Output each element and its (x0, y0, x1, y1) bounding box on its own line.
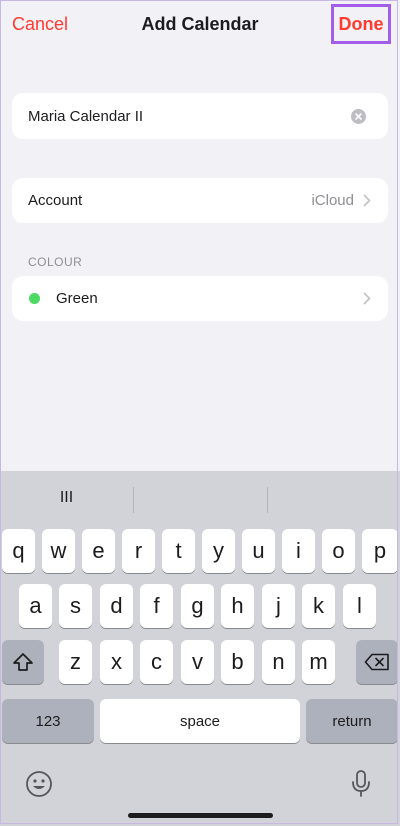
done-button-label: Done (338, 13, 384, 34)
colour-row[interactable]: Green (12, 276, 388, 321)
key-n[interactable]: n (262, 640, 295, 684)
clear-text-icon[interactable] (351, 109, 366, 124)
account-label: Account (28, 192, 83, 209)
prediction-divider (267, 487, 268, 513)
key-f[interactable]: f (140, 584, 173, 628)
key-k[interactable]: k (302, 584, 335, 628)
space-key[interactable]: space (100, 699, 300, 743)
account-value: iCloud (311, 192, 354, 209)
key-q[interactable]: q (2, 529, 35, 573)
key-e[interactable]: e (82, 529, 115, 573)
key-p[interactable]: p (362, 529, 398, 573)
chevron-right-icon (363, 194, 371, 207)
key-v[interactable]: v (181, 640, 214, 684)
key-j[interactable]: j (262, 584, 295, 628)
key-w[interactable]: w (42, 529, 75, 573)
key-r[interactable]: r (122, 529, 155, 573)
navigation-bar: Cancel Add Calendar Done (0, 0, 400, 54)
key-i[interactable]: i (282, 529, 315, 573)
key-o[interactable]: o (322, 529, 355, 573)
done-button[interactable]: Done (331, 4, 391, 44)
keyboard: III q w e r t y u i o p a s d f g h j k … (0, 471, 400, 826)
key-c[interactable]: c (140, 640, 173, 684)
colour-section-header: COLOUR (28, 255, 83, 269)
shift-key[interactable] (2, 640, 44, 684)
key-g[interactable]: g (181, 584, 214, 628)
chevron-right-icon (363, 292, 371, 305)
key-b[interactable]: b (221, 640, 254, 684)
key-h[interactable]: h (221, 584, 254, 628)
emoji-icon[interactable] (25, 770, 53, 798)
return-key[interactable]: return (306, 699, 398, 743)
colour-label: Green (56, 290, 98, 307)
home-indicator (128, 813, 273, 818)
calendar-name-group (12, 93, 388, 139)
shift-icon (13, 653, 33, 671)
key-z[interactable]: z (59, 640, 92, 684)
delete-key[interactable] (356, 640, 398, 684)
key-u[interactable]: u (242, 529, 275, 573)
account-row[interactable]: Account iCloud (12, 178, 388, 223)
microphone-icon[interactable] (351, 769, 371, 799)
key-l[interactable]: l (343, 584, 376, 628)
prediction-item[interactable]: III (0, 489, 133, 507)
key-s[interactable]: s (59, 584, 92, 628)
prediction-bar: III (0, 471, 400, 527)
key-m[interactable]: m (302, 640, 335, 684)
key-y[interactable]: y (202, 529, 235, 573)
prediction-divider (133, 487, 134, 513)
calendar-name-input[interactable] (28, 93, 348, 139)
key-d[interactable]: d (100, 584, 133, 628)
key-a[interactable]: a (19, 584, 52, 628)
colour-swatch (29, 293, 40, 304)
key-x[interactable]: x (100, 640, 133, 684)
delete-icon (364, 653, 389, 671)
key-t[interactable]: t (162, 529, 195, 573)
numbers-key[interactable]: 123 (2, 699, 94, 743)
